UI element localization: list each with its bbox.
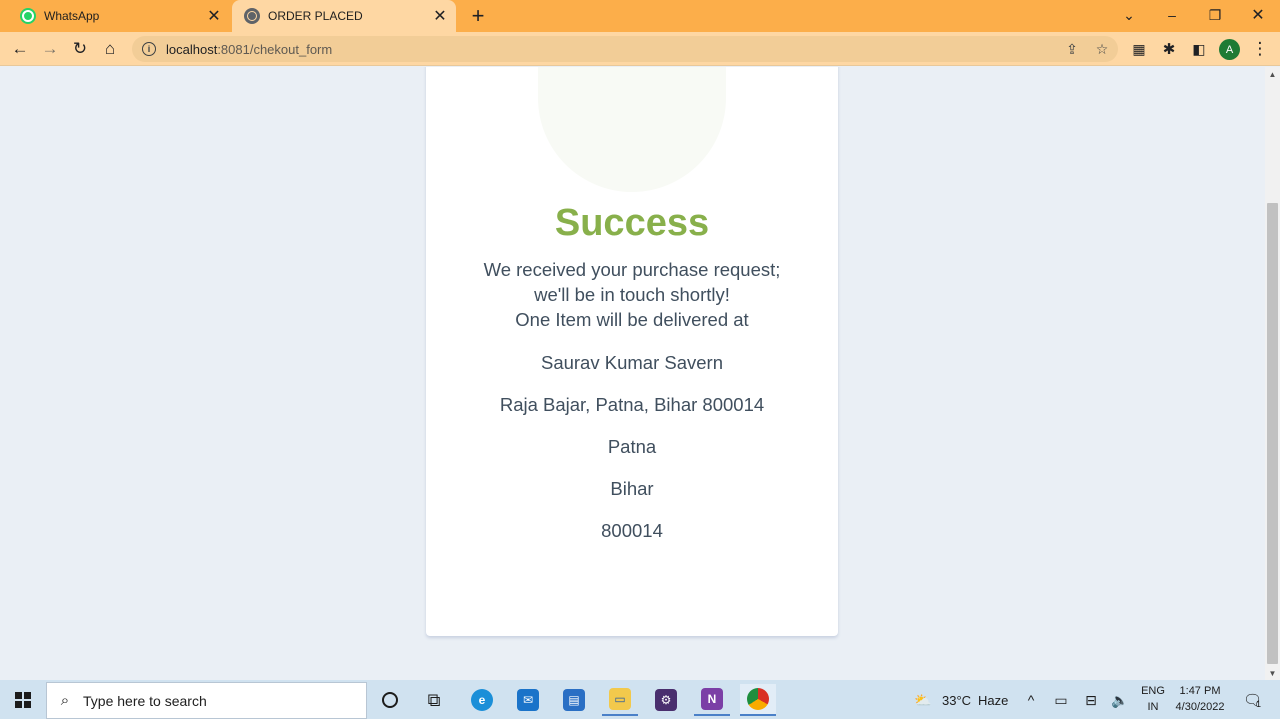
weather-icon[interactable]: ⛅ xyxy=(913,690,933,710)
forward-arrow-icon[interactable]: → xyxy=(37,36,63,62)
language-region[interactable]: IN xyxy=(1138,701,1168,713)
browser-titlebar: WhatsApp ✕ ORDER PLACED ✕ + ⌄ – ❐ ✕ xyxy=(0,0,1280,32)
share-icon[interactable]: ⇪ xyxy=(1063,40,1081,58)
cortana-icon[interactable] xyxy=(372,684,408,716)
taskbar-search-input[interactable]: ⌕ Type here to search xyxy=(46,682,367,719)
message-line: We received your purchase request; xyxy=(483,259,781,280)
clock-time[interactable]: 1:47 PM xyxy=(1170,685,1230,697)
home-icon[interactable]: ⌂ xyxy=(97,36,123,62)
battery-icon[interactable]: ▭ xyxy=(1051,690,1071,710)
close-icon[interactable]: ✕ xyxy=(204,6,224,26)
clock-date[interactable]: 4/30/2022 xyxy=(1170,701,1230,713)
file-explorer-icon[interactable]: ▭ xyxy=(602,684,638,716)
message-line: we'll be in touch shortly! xyxy=(534,284,730,305)
checkmark-circle xyxy=(538,67,726,192)
close-window-button[interactable]: ✕ xyxy=(1236,0,1280,30)
weather-temp[interactable]: 33°C xyxy=(942,693,971,708)
globe-icon xyxy=(244,8,260,24)
scrollbar-thumb[interactable] xyxy=(1267,203,1278,664)
network-icon[interactable]: ⊟ xyxy=(1081,690,1101,710)
mail-icon[interactable]: ✉ xyxy=(510,684,546,716)
whatsapp-icon xyxy=(20,8,36,24)
tab-title: WhatsApp xyxy=(44,9,100,23)
page-scrollbar[interactable]: ▲ ▼ xyxy=(1265,67,1280,680)
address-pin: 800014 xyxy=(601,520,663,541)
scroll-up-icon[interactable]: ▲ xyxy=(1265,67,1280,81)
task-view-icon[interactable]: ⧉ xyxy=(416,684,452,716)
restore-button[interactable]: ❐ xyxy=(1193,0,1237,30)
extension-icon[interactable]: ▦ xyxy=(1126,36,1152,62)
puzzle-icon[interactable]: ✱ xyxy=(1156,36,1182,62)
profile-avatar[interactable]: A xyxy=(1219,39,1240,60)
windows-taskbar: ⌕ Type here to search ⧉ e ✉ ▤ ▭ ⚙ N ⛅ 33… xyxy=(0,680,1280,719)
address-name: Saurav Kumar Savern xyxy=(540,352,723,373)
search-icon: ⌕ xyxy=(60,692,70,709)
notifications-icon[interactable]: 🗨 1 xyxy=(1240,690,1264,710)
volume-icon[interactable]: 🔈 xyxy=(1110,690,1130,710)
minimize-button[interactable]: – xyxy=(1150,0,1194,30)
onenote-icon[interactable]: N xyxy=(694,684,730,716)
search-placeholder: Type here to search xyxy=(83,692,207,709)
kebab-menu-icon[interactable]: ⋮ xyxy=(1247,36,1273,62)
tab-title: ORDER PLACED xyxy=(268,9,363,23)
star-icon[interactable]: ☆ xyxy=(1093,40,1111,58)
address-bar[interactable]: i localhost:8081/chekout_form ⇪ ☆ xyxy=(132,36,1118,62)
edge-icon[interactable]: e xyxy=(464,684,500,716)
side-panel-icon[interactable]: ◧ xyxy=(1186,36,1212,62)
site-info-icon[interactable]: i xyxy=(142,42,156,56)
browser-toolbar: ← → ↻ ⌂ i localhost:8081/chekout_form ⇪ … xyxy=(0,32,1280,66)
tab-order-placed[interactable]: ORDER PLACED ✕ xyxy=(232,0,456,32)
app-icon[interactable]: ⚙ xyxy=(648,684,684,716)
address-city: Patna xyxy=(607,436,657,457)
success-card: Success We received your purchase reques… xyxy=(426,67,838,636)
language-indicator[interactable]: ENG xyxy=(1138,685,1168,697)
store-icon[interactable]: ▤ xyxy=(556,684,592,716)
chrome-icon[interactable] xyxy=(740,684,776,716)
message-line: One Item will be delivered at xyxy=(515,309,749,330)
chevron-up-icon[interactable]: ^ xyxy=(1021,690,1041,710)
reload-icon[interactable]: ↻ xyxy=(67,36,93,62)
close-icon[interactable]: ✕ xyxy=(430,6,450,26)
page-viewport: Success We received your purchase reques… xyxy=(0,67,1265,680)
windows-logo-icon xyxy=(15,691,31,708)
address-state: Bihar xyxy=(610,478,654,499)
tab-whatsapp[interactable]: WhatsApp ✕ xyxy=(8,0,230,32)
start-button[interactable] xyxy=(0,680,46,719)
address-street: Raja Bajar, Patna, Bihar 800014 xyxy=(499,394,765,415)
tab-search-chevron-icon[interactable]: ⌄ xyxy=(1107,0,1151,30)
url-text: localhost:8081/chekout_form xyxy=(166,41,333,57)
page-title: Success xyxy=(554,202,710,244)
new-tab-button[interactable]: + xyxy=(466,3,490,28)
weather-desc[interactable]: Haze xyxy=(978,693,1008,708)
scroll-down-icon[interactable]: ▼ xyxy=(1265,666,1280,680)
back-arrow-icon[interactable]: ← xyxy=(7,36,33,62)
